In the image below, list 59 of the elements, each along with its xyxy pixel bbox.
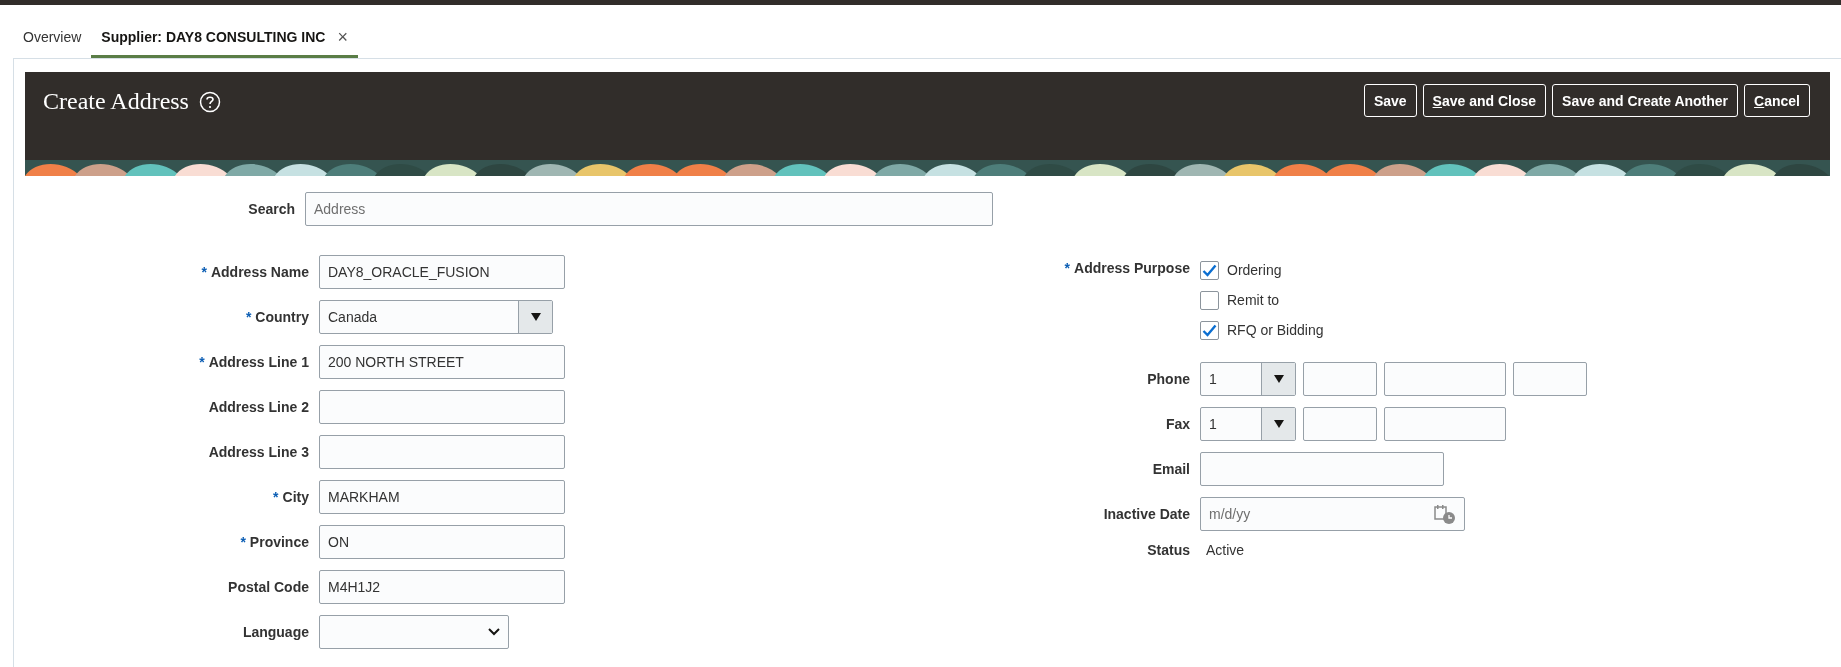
input-field[interactable]: [319, 390, 565, 424]
input-field[interactable]: M4H1J2: [319, 570, 565, 604]
chevron-down-icon: [488, 628, 500, 636]
dropdown-field[interactable]: 1: [1200, 407, 1296, 441]
field-label: Fax: [1164, 416, 1190, 432]
dropdown-button[interactable]: [1261, 363, 1295, 395]
field-label: Email: [1151, 461, 1190, 477]
checkbox[interactable]: [1200, 290, 1219, 310]
field-label: * City: [272, 489, 309, 505]
page-title: Create Address: [43, 88, 189, 115]
input-field[interactable]: [1513, 362, 1587, 396]
select-field[interactable]: [319, 615, 509, 649]
input-field[interactable]: [1303, 362, 1377, 396]
tab[interactable]: Supplier: DAY8 CONSULTING INC ×: [91, 29, 358, 58]
field-label: Search: [247, 201, 295, 217]
caret-icon: [1272, 374, 1285, 384]
input-field[interactable]: DAY8_ORACLE_FUSION: [319, 255, 565, 289]
field-label: Status: [1146, 542, 1190, 558]
header-button[interactable]: Cancel: [1744, 84, 1810, 117]
caret-icon: [529, 312, 542, 322]
tab[interactable]: Overview: [13, 29, 92, 58]
field-label: Postal Code: [227, 579, 309, 595]
dropdown-field[interactable]: 1: [1200, 362, 1296, 396]
header-button[interactable]: Save: [1363, 84, 1417, 117]
input-field[interactable]: [1200, 452, 1444, 486]
input-field[interactable]: [1303, 407, 1377, 441]
checkbox[interactable]: [1200, 260, 1219, 280]
field-label: Inactive Date: [1102, 506, 1190, 522]
help-icon[interactable]: [198, 90, 221, 113]
date-field[interactable]: m/d/yy: [1200, 497, 1465, 531]
field-label: * Country: [244, 309, 309, 325]
field-label: Address Line 3: [207, 444, 309, 460]
checkbox[interactable]: [1200, 320, 1219, 340]
caret-icon: [1272, 419, 1285, 429]
close-icon[interactable]: ×: [337, 30, 348, 44]
field-label: Language: [241, 624, 309, 640]
header-button[interactable]: Save and Close: [1422, 84, 1547, 117]
dropdown-button[interactable]: [1261, 408, 1295, 440]
input-field[interactable]: 200 NORTH STREET: [319, 345, 565, 379]
header-button[interactable]: Save and Create Another: [1552, 84, 1739, 117]
field-label: Address Line 2: [207, 399, 309, 415]
field-label: * Address Purpose: [1063, 260, 1190, 276]
checkbox-label: RFQ or Bidding: [1227, 322, 1324, 338]
input-field[interactable]: MARKHAM: [319, 480, 565, 514]
field-label: * Province: [239, 534, 309, 550]
field-label: * Address Line 1: [198, 354, 309, 370]
calendar-clock-icon: [1434, 504, 1456, 524]
dropdown-field[interactable]: Canada: [319, 300, 553, 334]
dropdown-button[interactable]: [518, 301, 552, 333]
input-field[interactable]: ON: [319, 525, 565, 559]
search-field[interactable]: Address: [305, 192, 993, 226]
field-label: * Address Name: [200, 264, 309, 280]
field-label: Phone: [1146, 371, 1190, 387]
checkbox-label: Ordering: [1227, 262, 1282, 278]
checkbox-label: Remit to: [1227, 292, 1280, 308]
input-field[interactable]: [1384, 362, 1506, 396]
status-value: Active: [1205, 542, 1246, 558]
input-field[interactable]: [1384, 407, 1506, 441]
input-field[interactable]: [319, 435, 565, 469]
